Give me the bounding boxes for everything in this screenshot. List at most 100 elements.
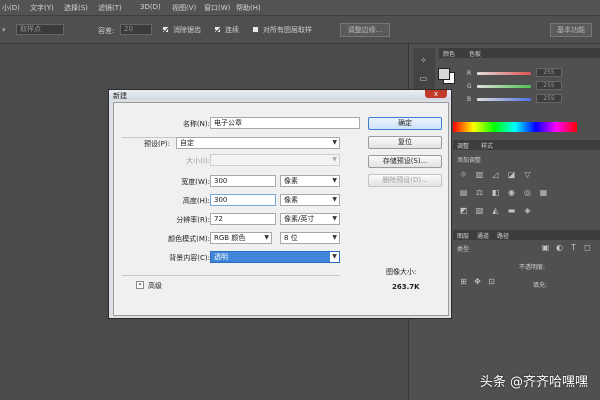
antialias-label: 消除锯齿 bbox=[173, 26, 201, 34]
channel-g-value[interactable]: 255 bbox=[536, 81, 562, 90]
selective-color-icon[interactable]: ◈ bbox=[523, 206, 532, 215]
menu-item-filter[interactable]: 滤镜(T) bbox=[98, 3, 122, 13]
layers-kind-filter[interactable]: 类型 bbox=[457, 244, 469, 253]
chevron-down-icon: ▼ bbox=[332, 215, 337, 222]
preset-select[interactable]: 自定 ▼ bbox=[176, 137, 340, 149]
filter-type-icon[interactable]: T bbox=[569, 243, 578, 252]
lock-move-icon[interactable]: ✥ bbox=[473, 277, 482, 286]
reset-button[interactable]: 复位 bbox=[368, 136, 442, 149]
menu-item-view[interactable]: 视图(V) bbox=[172, 3, 196, 13]
tolerance-label: 容差: bbox=[98, 27, 115, 35]
close-button[interactable]: x bbox=[425, 90, 447, 98]
channel-b-value[interactable]: 255 bbox=[536, 94, 562, 103]
hue-icon[interactable]: ▤ bbox=[459, 188, 468, 197]
chevron-down-icon: ▼ bbox=[330, 252, 339, 262]
lookup-icon[interactable]: ▦ bbox=[539, 188, 548, 197]
watermark-text: 头条 @齐齐哈嘿嘿 bbox=[479, 375, 588, 390]
channel-g-label: G bbox=[467, 83, 472, 90]
advanced-label[interactable]: 高级 bbox=[148, 281, 162, 291]
dialog-title: 新建 bbox=[113, 92, 127, 100]
dialog-titlebar[interactable]: 新建 x bbox=[109, 90, 451, 100]
invert-icon[interactable]: ◩ bbox=[459, 206, 468, 215]
filter-shape-icon[interactable]: ◻ bbox=[583, 243, 592, 252]
sample-size-select[interactable]: 取样点 bbox=[16, 24, 64, 35]
balance-icon[interactable]: ⚖ bbox=[475, 188, 484, 197]
channel-b-slider[interactable] bbox=[477, 98, 531, 101]
menu-item-window[interactable]: 窗口(W) bbox=[204, 3, 230, 13]
channel-b-label: B bbox=[467, 96, 472, 103]
width-label: 宽度(W): bbox=[181, 178, 210, 186]
channel-r-label: R bbox=[467, 70, 472, 77]
refine-edge-button[interactable]: 调整边缘... bbox=[340, 23, 390, 37]
tab-swatches[interactable]: 色板 bbox=[469, 49, 481, 58]
menu-item-select[interactable]: 选择(S) bbox=[64, 3, 88, 13]
curves-icon[interactable]: ◿ bbox=[491, 170, 500, 179]
menu-item-type[interactable]: 文字(Y) bbox=[30, 3, 54, 13]
threshold-icon[interactable]: ◭ bbox=[491, 206, 500, 215]
gradient-map-icon[interactable]: ▬ bbox=[507, 206, 516, 215]
new-document-dialog: 新建 x 名称(N): 电子公章 预设(P): 自定 ▼ 大小(I): ▼ 宽度(… bbox=[108, 89, 452, 319]
width-input[interactable]: 300 bbox=[210, 175, 276, 187]
menu-item-help[interactable]: 帮助(H) bbox=[236, 3, 261, 13]
menu-bar: 小(D) 文字(Y) 选择(S) 滤镜(T) 3D(D) 视图(V) 窗口(W)… bbox=[0, 0, 600, 16]
history-icon[interactable]: ✧ bbox=[419, 56, 428, 65]
exposure-icon[interactable]: ◪ bbox=[507, 170, 516, 179]
color-mode-select[interactable]: RGB 颜色 ▼ bbox=[210, 232, 272, 244]
workspace-button[interactable]: 基本功能 bbox=[550, 23, 592, 37]
chevron-down-icon: ▼ bbox=[332, 139, 337, 146]
antialias-checkbox[interactable] bbox=[162, 26, 169, 33]
advanced-separator bbox=[122, 275, 340, 276]
levels-icon[interactable]: ▥ bbox=[475, 170, 484, 179]
filter-pixel-icon[interactable]: ▣ bbox=[541, 243, 550, 252]
width-unit-select[interactable]: 像素 ▼ bbox=[280, 175, 340, 187]
menu-item-partial[interactable]: 小(D) bbox=[2, 3, 20, 13]
advanced-toggle-icon[interactable]: » bbox=[136, 281, 144, 289]
brightness-icon[interactable]: ☼ bbox=[459, 170, 468, 179]
options-bar: ▾ 取样点 容差: 20 消除锯齿 连续 对所有图层取样 调整边缘... 基本功… bbox=[0, 16, 600, 44]
filter-adjust-icon[interactable]: ◐ bbox=[555, 243, 564, 252]
preset-label: 预设(P): bbox=[143, 140, 170, 148]
height-label: 高度(H): bbox=[182, 197, 210, 205]
mixer-icon[interactable]: ◎ bbox=[523, 188, 532, 197]
background-select[interactable]: 透明 ▼ bbox=[210, 251, 340, 263]
resolution-label: 分辨率(R): bbox=[176, 216, 210, 224]
foreground-swatch[interactable] bbox=[438, 68, 450, 80]
tab-layers[interactable]: 图层 bbox=[457, 231, 469, 240]
tab-color[interactable]: 颜色 bbox=[443, 49, 455, 58]
posterize-icon[interactable]: ▨ bbox=[475, 206, 484, 215]
channel-g-slider[interactable] bbox=[477, 85, 531, 88]
height-input[interactable]: 300 bbox=[210, 194, 276, 206]
channel-r-value[interactable]: 255 bbox=[536, 68, 562, 77]
all-layers-label: 对所有图层取样 bbox=[263, 26, 312, 34]
adjust-panel-tabs: 调整 样式 bbox=[453, 140, 600, 150]
lock-all-icon[interactable]: ⊡ bbox=[487, 277, 496, 286]
name-input[interactable]: 电子公章 bbox=[210, 117, 360, 129]
size-label: 大小(I): bbox=[186, 157, 210, 165]
all-layers-checkbox[interactable] bbox=[252, 26, 259, 33]
contiguous-checkbox[interactable] bbox=[214, 26, 221, 33]
photo-filter-icon[interactable]: ◉ bbox=[507, 188, 516, 197]
resolution-input[interactable]: 72 bbox=[210, 213, 276, 225]
menu-item-3d[interactable]: 3D(D) bbox=[140, 3, 161, 11]
height-unit-select[interactable]: 像素 ▼ bbox=[280, 194, 340, 206]
bw-icon[interactable]: ◧ bbox=[491, 188, 500, 197]
save-preset-button[interactable]: 存储预设(S)... bbox=[368, 155, 442, 168]
vibrance-icon[interactable]: ▽ bbox=[523, 170, 532, 179]
tab-paths[interactable]: 路径 bbox=[497, 231, 509, 240]
properties-icon[interactable]: ▭ bbox=[419, 74, 428, 83]
tab-adjustments[interactable]: 调整 bbox=[457, 141, 469, 150]
color-ramp[interactable] bbox=[453, 122, 577, 132]
bit-depth-select[interactable]: 8 位 ▼ bbox=[280, 232, 340, 244]
ok-button[interactable]: 确定 bbox=[368, 117, 442, 130]
tool-size-icon[interactable]: ▾ bbox=[2, 26, 6, 34]
chevron-down-icon: ▼ bbox=[332, 234, 337, 241]
lock-pixels-icon[interactable]: ⊞ bbox=[459, 277, 468, 286]
color-panel-tabs: 颜色 色板 bbox=[439, 48, 600, 58]
chevron-down-icon: ▼ bbox=[332, 196, 337, 203]
tab-channels[interactable]: 通道 bbox=[477, 231, 489, 240]
channel-r-slider[interactable] bbox=[477, 72, 531, 75]
tolerance-input[interactable]: 20 bbox=[120, 24, 152, 35]
resolution-unit-select[interactable]: 像素/英寸 ▼ bbox=[280, 213, 340, 225]
size-select: ▼ bbox=[210, 154, 340, 166]
tab-styles[interactable]: 样式 bbox=[481, 141, 493, 150]
